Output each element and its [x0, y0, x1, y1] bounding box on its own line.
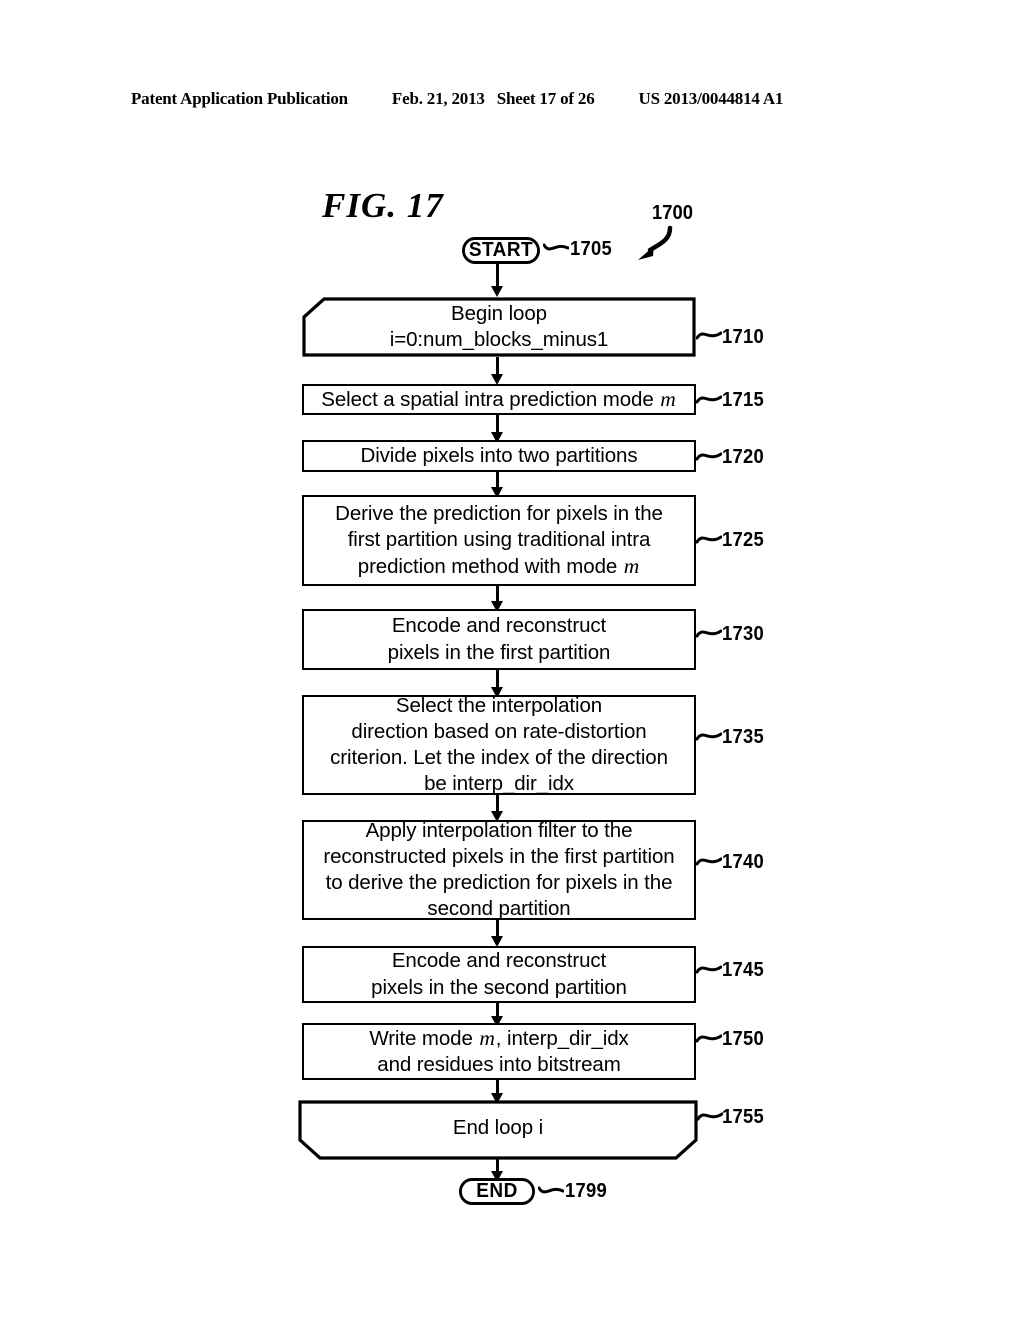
node-1730-text: Encode and reconstruct pixels in the firs… [387, 614, 611, 664]
leader-line-1710 [696, 331, 722, 340]
refnum-1735: 1735 [722, 726, 765, 748]
refnum-1720: 1720 [722, 446, 765, 468]
leader-line-1735 [696, 732, 722, 741]
node-1710: Begin loop i=0:num_blocks_minus1 [302, 297, 696, 357]
node-1710-text: Begin loop i=0:num_blocks_minus1 [389, 301, 609, 351]
refnum-1745: 1745 [722, 959, 765, 981]
refnum-1725: 1725 [722, 529, 765, 551]
start-label: START [468, 239, 534, 261]
leader-line-1705 [543, 243, 569, 251]
refnum-1740: 1740 [722, 851, 765, 873]
node-1750: Write mode m, interp_dir_idx and residues… [302, 1023, 696, 1080]
leader-line-1755 [697, 1112, 723, 1121]
leader-line-1740 [696, 857, 722, 866]
refnum-1755: 1755 [722, 1106, 765, 1128]
end-label: END [476, 1180, 518, 1202]
leader-line-1745 [696, 965, 722, 974]
node-1720: Divide pixels into two partitions [302, 440, 696, 472]
refnum-1705: 1705 [570, 238, 613, 260]
start-terminator: START [462, 237, 540, 264]
node-1755-text: End loop i [452, 1115, 544, 1139]
node-1735-text: Select the interpolation direction based … [330, 693, 668, 796]
refnum-1799: 1799 [565, 1180, 608, 1202]
node-1740-text: Apply interpolation filter to the reconst… [323, 818, 675, 921]
refnum-1730: 1730 [722, 623, 765, 645]
arrowhead-start-to-1710 [491, 286, 503, 297]
refnum-1715: 1715 [722, 389, 765, 411]
node-1715: Select a spatial intra prediction mode m [302, 384, 696, 415]
node-1725: Derive the prediction for pixels in the f… [302, 495, 696, 586]
refnum-1750: 1750 [722, 1028, 765, 1050]
leader-line-1715 [696, 395, 722, 404]
flowchart: START 1705 Begin loop i=0:num_blocks_minu… [0, 0, 1024, 1320]
leader-line-1799 [538, 1186, 564, 1194]
node-1715-text: Select a spatial intra prediction mode m [321, 386, 676, 411]
node-1750-text: Write mode m, interp_dir_idx and residues… [369, 1025, 629, 1077]
refnum-1710: 1710 [722, 326, 765, 348]
leader-line-1750 [696, 1034, 722, 1043]
node-1720-text: Divide pixels into two partitions [360, 443, 638, 467]
node-1725-text: Derive the prediction for pixels in the f… [335, 501, 663, 578]
node-1735: Select the interpolation direction based … [302, 693, 696, 796]
node-1755: End loop i [298, 1100, 698, 1156]
node-1745: Encode and reconstruct pixels in the seco… [302, 946, 696, 1003]
node-1745-text: Encode and reconstruct pixels in the seco… [371, 949, 627, 999]
node-1730: Encode and reconstruct pixels in the firs… [302, 609, 696, 670]
leader-line-1730 [696, 629, 722, 638]
leader-line-1725 [696, 535, 722, 544]
leader-line-1720 [696, 452, 722, 461]
node-1740: Apply interpolation filter to the reconst… [302, 818, 696, 921]
end-terminator: END [459, 1178, 535, 1205]
